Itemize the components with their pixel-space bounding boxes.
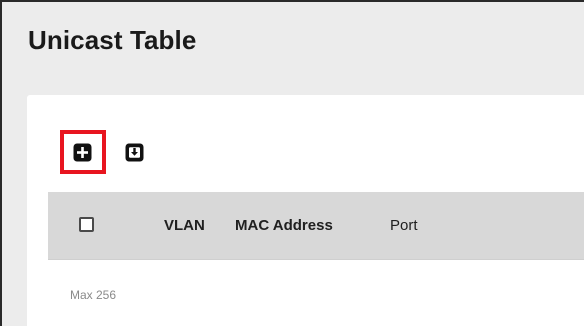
- export-button[interactable]: [124, 142, 144, 162]
- column-header-port[interactable]: Port: [390, 217, 418, 234]
- column-header-mac-address[interactable]: MAC Address: [235, 217, 333, 234]
- select-all-checkbox[interactable]: [79, 217, 94, 232]
- app-frame: Unicast Table VLAN MAC Address Port Max …: [0, 0, 584, 335]
- max-entries-note: Max 256: [70, 288, 117, 302]
- plus-square-icon: [73, 143, 91, 161]
- page-title: Unicast Table: [28, 25, 197, 55]
- column-header-vlan[interactable]: VLAN: [164, 217, 205, 234]
- download-box-icon: [125, 143, 143, 161]
- add-button[interactable]: [72, 142, 92, 162]
